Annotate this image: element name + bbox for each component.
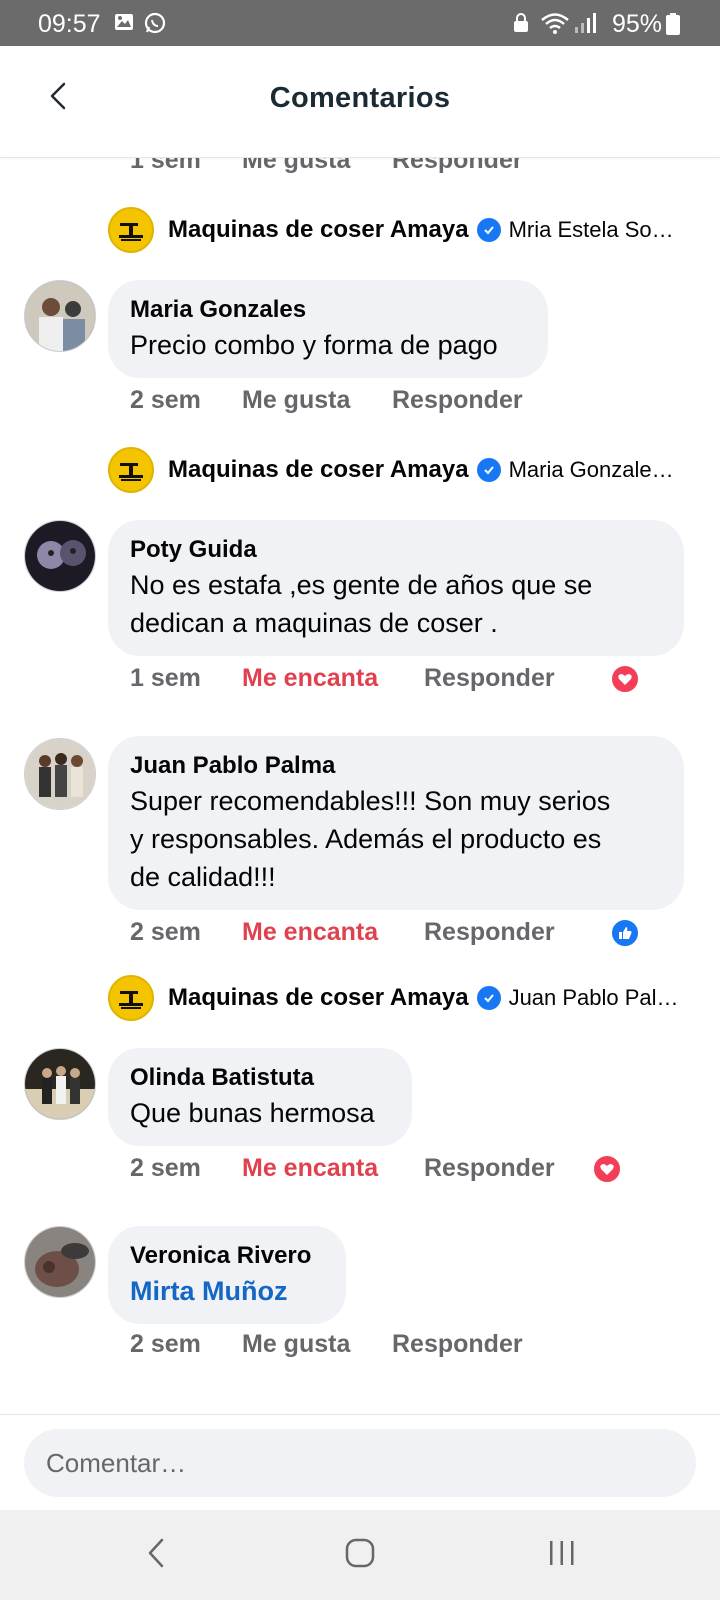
comment-text-line: y responsables. Además el producto es bbox=[130, 824, 602, 854]
comment-input[interactable] bbox=[24, 1429, 696, 1497]
reply-button[interactable]: Responder bbox=[392, 386, 523, 415]
heart-reaction-icon bbox=[592, 1154, 622, 1184]
like-reaction-icon bbox=[610, 918, 640, 948]
comment-bubble[interactable]: Olinda Batistuta Que bunas hermosa bbox=[108, 1048, 412, 1146]
reply-button[interactable]: Responder bbox=[392, 158, 523, 175]
like-button[interactable]: Me gusta bbox=[242, 1330, 350, 1359]
page-reply-row[interactable]: Maquinas de coser Amaya Maria Gonzale… bbox=[108, 446, 681, 494]
nav-recents-button[interactable] bbox=[538, 1532, 586, 1578]
like-button[interactable]: Me gusta bbox=[242, 158, 350, 175]
page-logo-icon bbox=[108, 975, 154, 1021]
avatar[interactable] bbox=[24, 520, 96, 592]
comment-time: 2 sem bbox=[130, 386, 201, 414]
avatar[interactable] bbox=[24, 280, 96, 352]
comment-text: Que bunas hermosa bbox=[130, 1098, 375, 1128]
comment-author[interactable]: Veronica Rivero bbox=[130, 1240, 324, 1272]
comment-text-line: dedican a maquinas de coser . bbox=[130, 608, 498, 638]
page-name[interactable]: Maquinas de coser Amaya bbox=[168, 456, 469, 484]
love-reaction-button[interactable]: Me encanta bbox=[242, 664, 378, 693]
page-name[interactable]: Maquinas de coser Amaya bbox=[168, 984, 469, 1012]
header: Comentarios bbox=[0, 46, 720, 158]
page-reply-row[interactable]: Maquinas de coser Amaya Mria Estela So… bbox=[108, 206, 681, 254]
comment-time: 1 sem bbox=[130, 664, 201, 692]
nav-home-button[interactable] bbox=[336, 1532, 384, 1578]
comments-list[interactable]: 1 sem Me gusta Responder Maquinas de cos… bbox=[0, 158, 720, 1414]
battery-icon bbox=[666, 13, 680, 40]
verified-badge-icon bbox=[476, 986, 501, 1010]
page-name[interactable]: Maquinas de coser Amaya bbox=[168, 216, 469, 244]
love-reaction-button[interactable]: Me encanta bbox=[242, 1154, 378, 1183]
nav-back-button[interactable] bbox=[132, 1532, 180, 1578]
reply-snippet: Juan Pablo Pal… bbox=[508, 985, 679, 1010]
comment-author[interactable]: Poty Guida bbox=[130, 534, 662, 566]
comment-text-line: de calidad!!! bbox=[130, 862, 276, 892]
reply-button[interactable]: Responder bbox=[424, 918, 555, 947]
love-reaction-button[interactable]: Me encanta bbox=[242, 918, 378, 947]
page-logo-icon bbox=[108, 447, 154, 493]
like-button[interactable]: Me gusta bbox=[242, 386, 350, 415]
comment-time: 1 sem bbox=[130, 158, 201, 174]
comment-text-line: Super recomendables!!! Son muy serios bbox=[130, 786, 611, 816]
comment-text-line: No es estafa ,es gente de años que se bbox=[130, 570, 593, 600]
reply-button[interactable]: Responder bbox=[392, 1330, 523, 1359]
avatar[interactable] bbox=[24, 1226, 96, 1298]
comment-time: 2 sem bbox=[130, 918, 201, 946]
avatar[interactable] bbox=[24, 738, 96, 810]
comment-composer bbox=[0, 1414, 720, 1510]
signal-icon bbox=[574, 12, 598, 39]
comment-time: 2 sem bbox=[130, 1330, 201, 1358]
comment-author[interactable]: Maria Gonzales bbox=[130, 294, 526, 326]
verified-badge-icon bbox=[476, 458, 501, 482]
status-time: 09:57 bbox=[38, 10, 101, 38]
nav-recents-icon bbox=[547, 1538, 577, 1573]
comment-author[interactable]: Olinda Batistuta bbox=[130, 1062, 390, 1094]
comment-bubble[interactable]: Veronica Rivero Mirta Muñoz bbox=[108, 1226, 346, 1324]
wifi-icon bbox=[540, 12, 570, 39]
reply-snippet: Mria Estela So… bbox=[508, 217, 674, 242]
heart-reaction-icon bbox=[610, 664, 640, 694]
lock-icon bbox=[512, 12, 530, 39]
status-bar: 09:57 95% bbox=[0, 0, 720, 46]
avatar[interactable] bbox=[24, 1048, 96, 1120]
system-nav-bar bbox=[0, 1510, 720, 1600]
comment-author[interactable]: Juan Pablo Palma bbox=[130, 750, 662, 782]
comment-time: 2 sem bbox=[130, 1154, 201, 1182]
battery-percent: 95% bbox=[612, 10, 663, 38]
reply-button[interactable]: Responder bbox=[424, 1154, 555, 1183]
comment-text: Precio combo y forma de pago bbox=[130, 330, 498, 360]
reply-snippet: Maria Gonzale… bbox=[508, 457, 674, 482]
gallery-icon bbox=[114, 12, 134, 37]
page-reply-row[interactable]: Maquinas de coser Amaya Juan Pablo Pal… bbox=[108, 974, 681, 1022]
comment-bubble[interactable]: Juan Pablo Palma Super recomendables!!! … bbox=[108, 736, 684, 910]
reply-button[interactable]: Responder bbox=[424, 664, 555, 693]
mention-link[interactable]: Mirta Muñoz bbox=[130, 1272, 324, 1310]
comment-bubble[interactable]: Poty Guida No es estafa ,es gente de año… bbox=[108, 520, 684, 656]
verified-badge-icon bbox=[476, 218, 501, 242]
page-logo-icon bbox=[108, 207, 154, 253]
nav-home-icon bbox=[344, 1537, 376, 1574]
page-title: Comentarios bbox=[269, 82, 451, 114]
whatsapp-icon bbox=[144, 12, 166, 39]
comment-bubble[interactable]: Maria Gonzales Precio combo y forma de p… bbox=[108, 280, 548, 378]
nav-back-icon bbox=[146, 1537, 166, 1574]
